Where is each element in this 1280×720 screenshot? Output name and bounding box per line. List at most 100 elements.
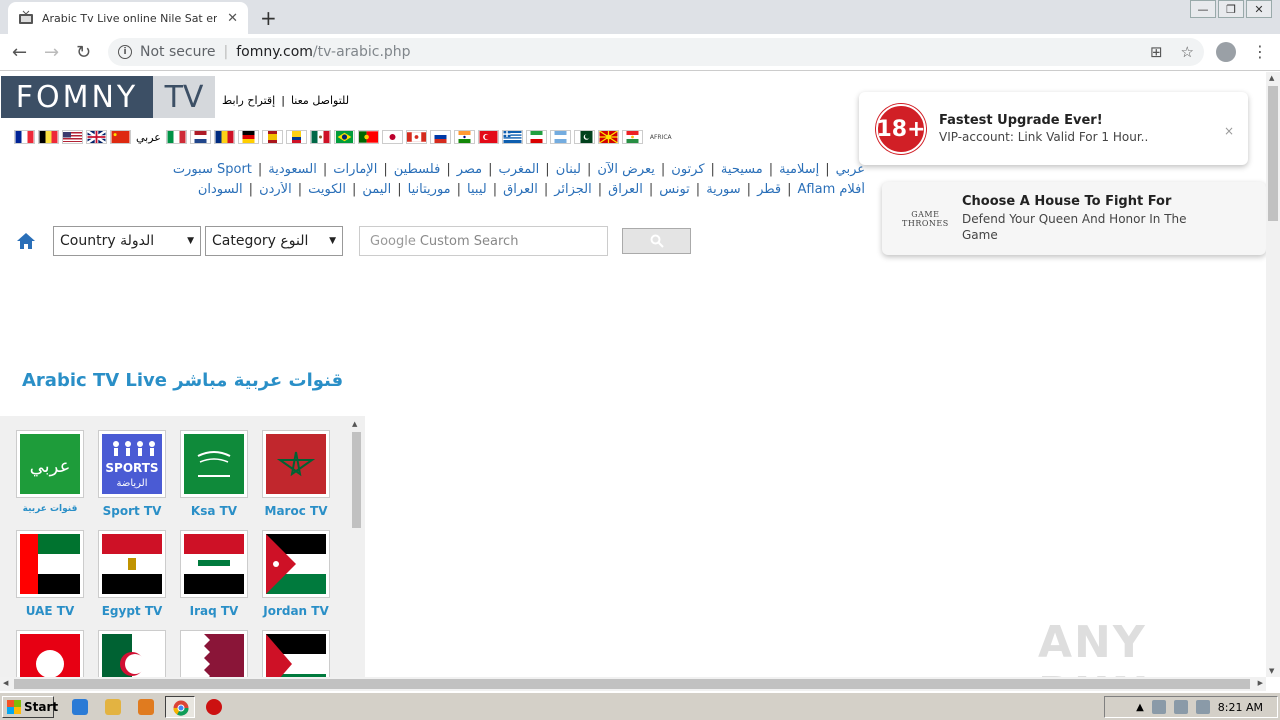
nav-link[interactable]: مسيحية <box>721 162 763 177</box>
belgium-flag-icon[interactable] <box>38 130 59 144</box>
pakistan-flag-icon[interactable] <box>573 130 595 144</box>
argentina-flag-icon[interactable] <box>549 130 571 144</box>
internet-explorer-icon[interactable] <box>72 699 88 715</box>
nav-link[interactable]: الأردن <box>259 182 292 197</box>
translate-icon[interactable]: ⊞ <box>1150 43 1163 61</box>
forward-icon[interactable]: → <box>44 42 59 63</box>
new-tab-icon[interactable]: + <box>260 6 277 30</box>
profile-avatar-icon[interactable] <box>1216 42 1236 62</box>
search-button[interactable] <box>622 228 691 254</box>
nav-link[interactable]: لبنان <box>556 162 581 177</box>
channel-tile[interactable]: UAE TV <box>16 530 84 624</box>
nav-link[interactable]: المغرب <box>499 162 540 177</box>
nav-link[interactable]: الجزائر <box>554 182 592 197</box>
push-notification-vip[interactable]: 18+ Fastest Upgrade Ever! VIP-account: L… <box>859 92 1248 165</box>
scroll-up-icon[interactable]: ▲ <box>352 420 357 428</box>
canada-flag-icon[interactable] <box>405 130 427 144</box>
colombia-flag-icon[interactable] <box>285 130 307 144</box>
portugal-flag-icon[interactable] <box>357 130 379 144</box>
netherlands-flag-icon[interactable] <box>189 130 211 144</box>
uk-flag-icon[interactable] <box>86 130 107 144</box>
scroll-thumb[interactable] <box>14 679 1250 689</box>
nav-link[interactable]: الكويت <box>308 182 346 197</box>
close-window-icon[interactable]: ✕ <box>1246 0 1272 18</box>
mexico-flag-icon[interactable] <box>309 130 331 144</box>
minimize-icon[interactable]: — <box>1190 0 1216 18</box>
russia-flag-icon[interactable] <box>429 130 451 144</box>
nav-link[interactable]: مصر <box>457 162 482 177</box>
japan-flag-icon[interactable] <box>381 130 403 144</box>
nav-link[interactable]: تونس <box>659 182 690 197</box>
nav-link[interactable]: عربي <box>836 162 865 177</box>
home-icon[interactable] <box>16 231 36 251</box>
nav-link[interactable]: السعودية <box>268 162 317 177</box>
category-select[interactable]: Category النوع ▼ <box>205 226 343 256</box>
channel-tile[interactable] <box>180 630 248 677</box>
site-logo[interactable]: FOMNY TV <box>1 76 215 118</box>
network-icon[interactable] <box>1151 700 1166 714</box>
kurdistan-flag-icon[interactable] <box>621 130 643 144</box>
nav-link[interactable]: أفلام Aflam <box>798 182 865 197</box>
africa-icon[interactable]: AFRICA <box>650 134 672 141</box>
scroll-down-icon[interactable]: ▼ <box>1269 667 1274 675</box>
scroll-up-icon[interactable]: ▲ <box>1269 74 1274 82</box>
scroll-thumb[interactable] <box>352 432 361 528</box>
channel-tile[interactable]: عربي قنوات عربية <box>16 430 84 524</box>
page-horizontal-scrollbar[interactable]: ◀ ▶ <box>0 677 1266 691</box>
address-bar[interactable]: i Not secure | fomny.com /tv-arabic.php … <box>108 38 1204 66</box>
flag-icon[interactable] <box>1195 700 1210 714</box>
iran-flag-icon[interactable] <box>525 130 547 144</box>
china-flag-icon[interactable] <box>110 130 131 144</box>
nav-link[interactable]: موريتانيا <box>408 182 451 197</box>
scroll-thumb[interactable] <box>1268 86 1278 221</box>
nav-link[interactable]: سورية <box>706 182 740 197</box>
file-explorer-icon[interactable] <box>105 699 121 715</box>
italy-flag-icon[interactable] <box>165 130 187 144</box>
nav-link[interactable]: اليمن <box>362 182 391 197</box>
greece-flag-icon[interactable] <box>501 130 523 144</box>
nav-link[interactable]: العراق <box>503 182 538 197</box>
push-notification-game[interactable]: GAME THRONES Choose A House To Fight For… <box>882 182 1266 255</box>
channel-grid-scrollbar[interactable]: ▲ <box>350 420 362 677</box>
channel-tile[interactable]: Iraq TV <box>180 530 248 624</box>
back-icon[interactable]: ← <box>12 42 27 63</box>
browser-menu-icon[interactable]: ⋮ <box>1252 42 1268 61</box>
turkey-flag-icon[interactable] <box>477 130 499 144</box>
brazil-flag-icon[interactable] <box>333 130 355 144</box>
reload-icon[interactable]: ↻ <box>76 42 91 63</box>
nav-link[interactable]: فلسطين <box>394 162 441 177</box>
media-player-icon[interactable] <box>138 699 154 715</box>
tab-close-icon[interactable]: ✕ <box>227 11 238 26</box>
opera-stop-icon[interactable] <box>206 699 222 715</box>
channel-tile[interactable]: Maroc TV <box>262 430 330 524</box>
nav-link[interactable]: Sport سبورت <box>173 162 252 177</box>
volume-icon[interactable] <box>1173 700 1188 714</box>
romania-flag-icon[interactable] <box>213 130 235 144</box>
nav-link[interactable]: الإمارات <box>333 162 377 177</box>
macedonia-flag-icon[interactable] <box>597 130 619 144</box>
channel-tile[interactable]: Ksa TV <box>180 430 248 524</box>
contact-link[interactable]: للتواصل معنا <box>291 94 349 107</box>
spain-flag-icon[interactable] <box>261 130 283 144</box>
channel-tile[interactable] <box>98 630 166 677</box>
nav-link[interactable]: كرتون <box>671 162 704 177</box>
info-icon[interactable]: i <box>118 45 132 59</box>
tray-expand-icon[interactable]: ▲ <box>1136 702 1144 713</box>
channel-tile[interactable]: Egypt TV <box>98 530 166 624</box>
channel-tile[interactable]: SPORTS الرياضة Sport TV <box>98 430 166 524</box>
restore-icon[interactable]: ❐ <box>1218 0 1244 18</box>
nav-link[interactable]: يعرض الآن <box>597 162 654 177</box>
chrome-taskbar-button[interactable] <box>165 696 195 718</box>
nav-link[interactable]: السودان <box>198 182 243 197</box>
bookmark-star-icon[interactable]: ☆ <box>1181 43 1194 61</box>
start-button[interactable]: Start <box>2 696 58 718</box>
nav-link[interactable]: ليبيا <box>467 182 487 197</box>
india-flag-icon[interactable] <box>453 130 475 144</box>
channel-tile[interactable] <box>16 630 84 677</box>
country-select[interactable]: Country الدولة ▼ <box>53 226 201 256</box>
scroll-right-icon[interactable]: ▶ <box>1258 679 1263 687</box>
nav-link[interactable]: إسلامية <box>779 162 819 177</box>
browser-tab[interactable]: Arabic Tv Live online Nile Sat en Dire ✕ <box>8 2 248 34</box>
page-vertical-scrollbar[interactable]: ▲ ▼ <box>1266 72 1280 677</box>
germany-flag-icon[interactable] <box>237 130 259 144</box>
